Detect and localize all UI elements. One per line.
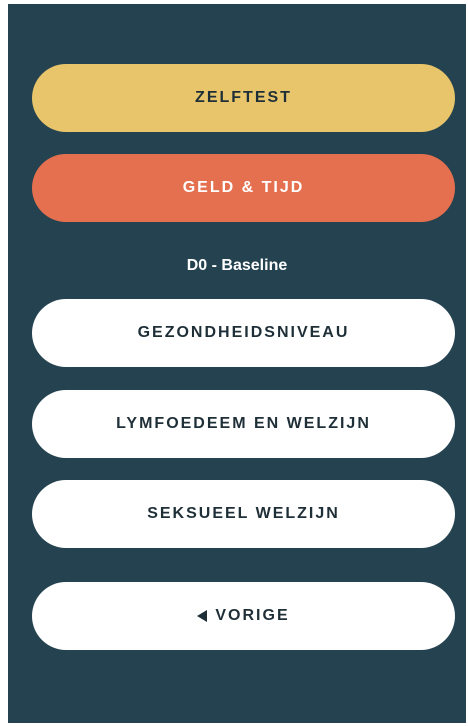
zelftest-label: ZELFTEST [195,89,292,106]
left-triangle-icon [197,610,208,622]
geld-tijd-label: GELD & TIJD [182,179,305,196]
seksueel-welzijn-button[interactable]: SEKSUEEL WELZIJN [32,480,455,548]
section-label: D0 - Baseline [186,257,288,274]
seksueel-welzijn-label: SEKSUEEL WELZIJN [147,505,340,522]
app-screen: ZELFTEST GELD & TIJD D0 - Baseline GEZON… [8,4,466,723]
zelftest-button[interactable]: ZELFTEST [32,64,455,132]
vorige-label: VORIGE [215,607,290,624]
lymfoedeem-welzijn-button[interactable]: LYMFOEDEEM EN WELZIJN [32,390,455,458]
vorige-button[interactable]: VORIGE [32,582,455,650]
lymfoedeem-welzijn-label: LYMFOEDEEM EN WELZIJN [116,415,371,432]
gezondheidsniveau-label: GEZONDHEIDSNIVEAU [137,324,350,341]
gezondheidsniveau-button[interactable]: GEZONDHEIDSNIVEAU [32,299,455,367]
geld-tijd-button[interactable]: GELD & TIJD [32,154,455,222]
